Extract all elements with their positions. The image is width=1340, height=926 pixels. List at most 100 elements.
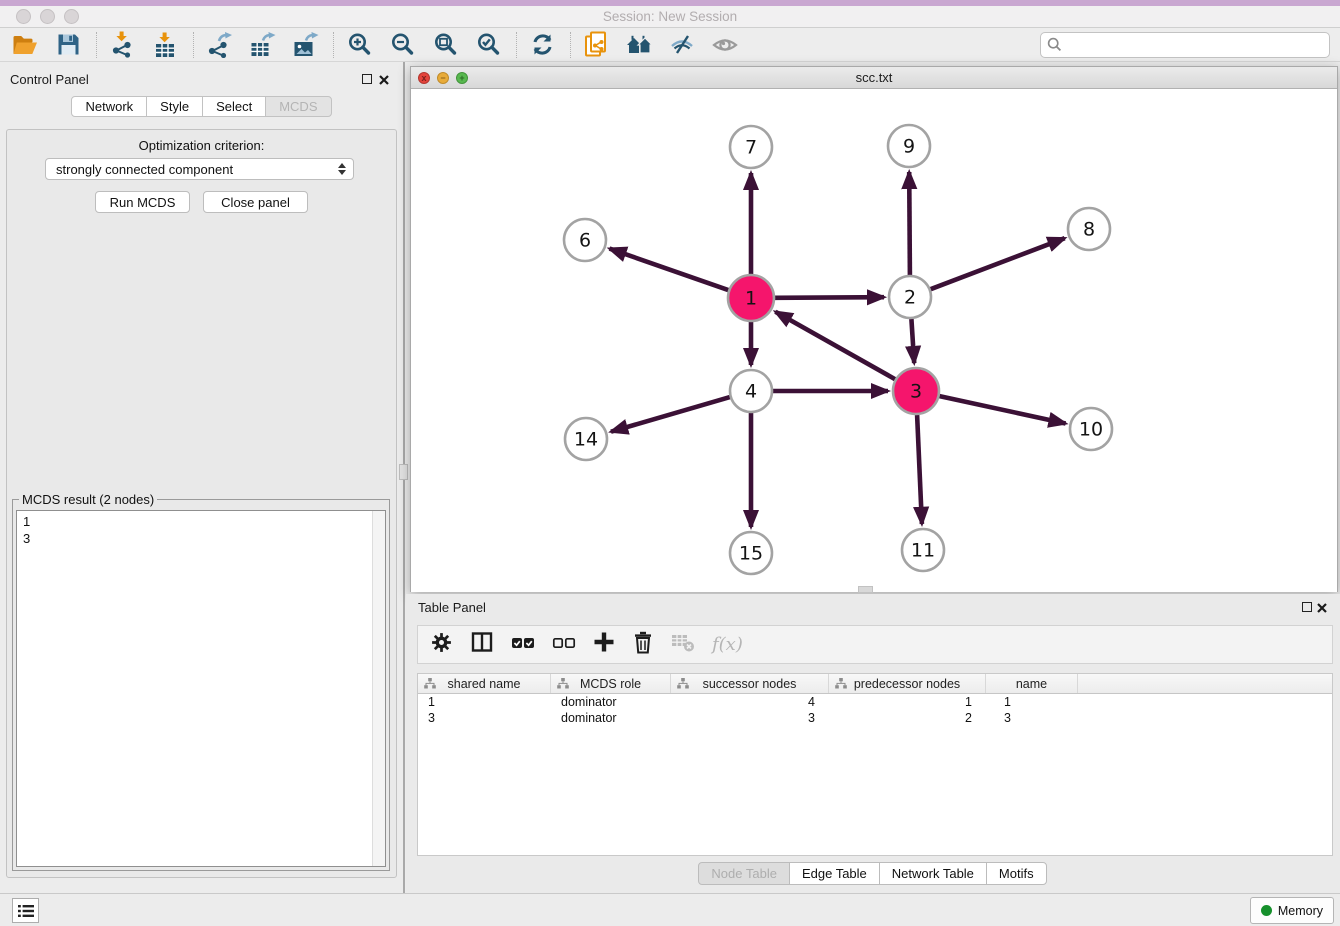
tab-style[interactable]: Style — [146, 96, 203, 117]
memory-label: Memory — [1278, 904, 1323, 918]
node-3[interactable]: 3 — [893, 368, 939, 414]
save-session-icon[interactable] — [53, 30, 83, 60]
svg-text:14: 14 — [574, 429, 598, 451]
svg-text:11: 11 — [911, 540, 935, 562]
column-header-predecessor-nodes[interactable]: predecessor nodes — [829, 674, 986, 693]
tab-mcds[interactable]: MCDS — [265, 96, 331, 117]
tab-select[interactable]: Select — [202, 96, 266, 117]
node-1[interactable]: 1 — [728, 275, 774, 321]
network-graph-svg[interactable]: 7 9 6 8 1 2 4 3 14 10 15 11 — [411, 89, 1337, 585]
tab-edge-table[interactable]: Edge Table — [789, 862, 880, 885]
network-view-window: x − + scc.txt 7 9 6 8 1 2 4 3 14 10 15 11 — [410, 66, 1338, 592]
refresh-layout-icon[interactable] — [527, 30, 557, 60]
table-row[interactable]: 1dominator411 — [418, 694, 1332, 710]
select-all-checkboxes-icon[interactable] — [511, 634, 535, 656]
zoom-in-icon[interactable] — [344, 30, 374, 60]
node-14[interactable]: 14 — [565, 418, 607, 460]
node-8[interactable]: 8 — [1068, 208, 1110, 250]
network-minimize-button[interactable]: − — [437, 72, 449, 84]
memory-button[interactable]: Memory — [1250, 897, 1334, 924]
edge-3-11[interactable] — [917, 415, 922, 524]
zoom-selected-icon[interactable] — [473, 30, 503, 60]
table-row[interactable]: 3dominator323 — [418, 710, 1332, 726]
column-header-shared-name[interactable]: shared name — [418, 674, 551, 693]
clone-network-icon[interactable] — [581, 30, 611, 60]
column-header-successor-nodes[interactable]: successor nodes — [671, 674, 829, 693]
network-canvas[interactable]: 7 9 6 8 1 2 4 3 14 10 15 11 — [411, 89, 1337, 592]
home-icon[interactable] — [624, 30, 654, 60]
mcds-result-lines: 13 — [17, 511, 385, 547]
float-panel-icon[interactable] — [362, 74, 372, 84]
column-header-mcds-role[interactable]: MCDS role — [551, 674, 671, 693]
table-cell-name: 3 — [986, 710, 1078, 726]
node-11[interactable]: 11 — [902, 529, 944, 571]
horizontal-splitter-handle[interactable] — [858, 586, 873, 593]
function-builder-icon[interactable]: f(x) — [712, 634, 743, 655]
import-table-icon[interactable] — [150, 30, 180, 60]
mcds-result-box[interactable]: 13 — [16, 510, 386, 867]
svg-text:7: 7 — [745, 137, 757, 159]
export-table-icon[interactable] — [247, 30, 277, 60]
deselect-all-checkboxes-icon[interactable] — [552, 634, 576, 656]
export-network-icon[interactable] — [204, 30, 234, 60]
close-panel-icon[interactable] — [378, 73, 390, 85]
mcds-result-fieldset: MCDS result (2 nodes) 13 — [12, 492, 390, 871]
mcds-result-scrollbar[interactable] — [372, 511, 385, 866]
svg-text:9: 9 — [903, 136, 915, 158]
node-4[interactable]: 4 — [730, 370, 772, 412]
tab-node-table[interactable]: Node Table — [698, 862, 790, 885]
search-input[interactable] — [1040, 32, 1330, 58]
node-6[interactable]: 6 — [564, 219, 606, 261]
table-toolbar: f(x) — [417, 625, 1333, 664]
tab-network-table[interactable]: Network Table — [879, 862, 987, 885]
node-9[interactable]: 9 — [888, 125, 930, 167]
run-mcds-button[interactable]: Run MCDS — [95, 191, 190, 213]
window-title: Session: New Session — [0, 9, 1340, 24]
network-window-title: scc.txt — [411, 67, 1337, 88]
task-list-button[interactable] — [12, 898, 39, 923]
gear-icon[interactable] — [430, 631, 453, 659]
vertical-splitter-handle[interactable] — [399, 464, 408, 480]
column-header-name[interactable]: name — [986, 674, 1078, 693]
edge-2-3[interactable] — [911, 319, 914, 363]
tab-network[interactable]: Network — [71, 96, 147, 117]
close-panel-button[interactable]: Close panel — [203, 191, 308, 213]
application-window: Session: New Session Control Panel — [0, 0, 1340, 926]
float-table-panel-icon[interactable] — [1302, 602, 1312, 612]
network-close-button[interactable]: x — [418, 72, 430, 84]
node-15[interactable]: 15 — [730, 532, 772, 574]
zoom-fit-icon[interactable] — [430, 30, 460, 60]
edge-1-6[interactable] — [610, 249, 729, 291]
select-stepper-icon — [338, 163, 346, 175]
network-window-titlebar: x − + scc.txt — [411, 67, 1337, 89]
toolbar-separator — [193, 32, 194, 58]
split-panel-icon[interactable] — [470, 631, 494, 658]
optimization-criterion-select[interactable]: strongly connected component — [45, 158, 354, 180]
add-column-icon[interactable] — [593, 631, 615, 658]
edge-1-2[interactable] — [775, 297, 884, 298]
import-network-icon[interactable] — [107, 30, 137, 60]
open-session-icon[interactable] — [10, 30, 40, 60]
delete-table-icon[interactable] — [671, 631, 695, 658]
zoom-out-icon[interactable] — [387, 30, 417, 60]
edge-3-1[interactable] — [775, 312, 895, 380]
node-2[interactable]: 2 — [889, 276, 931, 318]
control-panel-tabs: NetworkStyleSelectMCDS — [0, 96, 404, 117]
hide-annotations-icon[interactable] — [667, 30, 697, 60]
delete-column-icon[interactable] — [632, 631, 654, 659]
memory-status-icon — [1261, 905, 1272, 916]
edge-3-10[interactable] — [940, 396, 1066, 423]
table-cell-mcds-role: dominator — [551, 694, 671, 710]
search-icon — [1047, 37, 1062, 57]
export-image-icon[interactable] — [290, 30, 320, 60]
node-7[interactable]: 7 — [730, 126, 772, 168]
mcds-result-line: 3 — [17, 530, 385, 547]
show-annotations-icon[interactable] — [710, 30, 740, 60]
node-10[interactable]: 10 — [1070, 408, 1112, 450]
edge-2-9[interactable] — [909, 172, 910, 275]
network-maximize-button[interactable]: + — [456, 72, 468, 84]
edge-2-8[interactable] — [931, 238, 1065, 289]
close-table-panel-icon[interactable] — [1316, 601, 1328, 613]
edge-4-14[interactable] — [611, 397, 730, 432]
tab-motifs[interactable]: Motifs — [986, 862, 1047, 885]
